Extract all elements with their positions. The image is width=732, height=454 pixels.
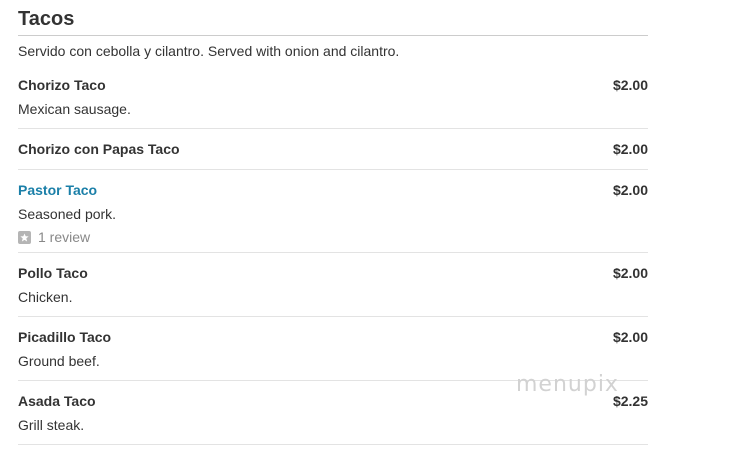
item-description: Ground beef.	[18, 353, 100, 369]
item-description: Grill steak.	[18, 417, 85, 433]
section-description: Servido con cebolla y cilantro. Served w…	[18, 43, 400, 59]
item-price: $2.00	[612, 265, 648, 281]
review-link[interactable]: 1 review	[18, 228, 90, 246]
divider	[18, 444, 648, 445]
item-name: Picadillo Taco	[18, 329, 112, 345]
item-description: Mexican sausage.	[18, 101, 131, 117]
item-description: Chicken.	[18, 289, 73, 305]
divider	[18, 35, 648, 36]
item-name: Chorizo con Papas Taco	[18, 141, 180, 157]
section-title: Tacos	[18, 8, 75, 30]
item-name: Asada Taco	[18, 393, 96, 409]
review-count: 1 review	[38, 229, 91, 245]
item-price: $2.00	[612, 141, 648, 157]
item-name: Chorizo Taco	[18, 77, 106, 93]
divider	[18, 169, 648, 170]
divider	[18, 252, 648, 253]
item-description: Seasoned pork.	[18, 206, 117, 222]
divider	[18, 128, 648, 129]
item-name: Pollo Taco	[18, 265, 88, 281]
watermark-logo: menupix	[516, 372, 619, 397]
item-price: $2.00	[612, 182, 648, 198]
item-price: $2.00	[612, 329, 648, 345]
divider	[18, 316, 648, 317]
item-name-link[interactable]: Pastor Taco	[18, 181, 97, 199]
item-price: $2.00	[612, 77, 648, 93]
star-icon	[18, 230, 31, 244]
